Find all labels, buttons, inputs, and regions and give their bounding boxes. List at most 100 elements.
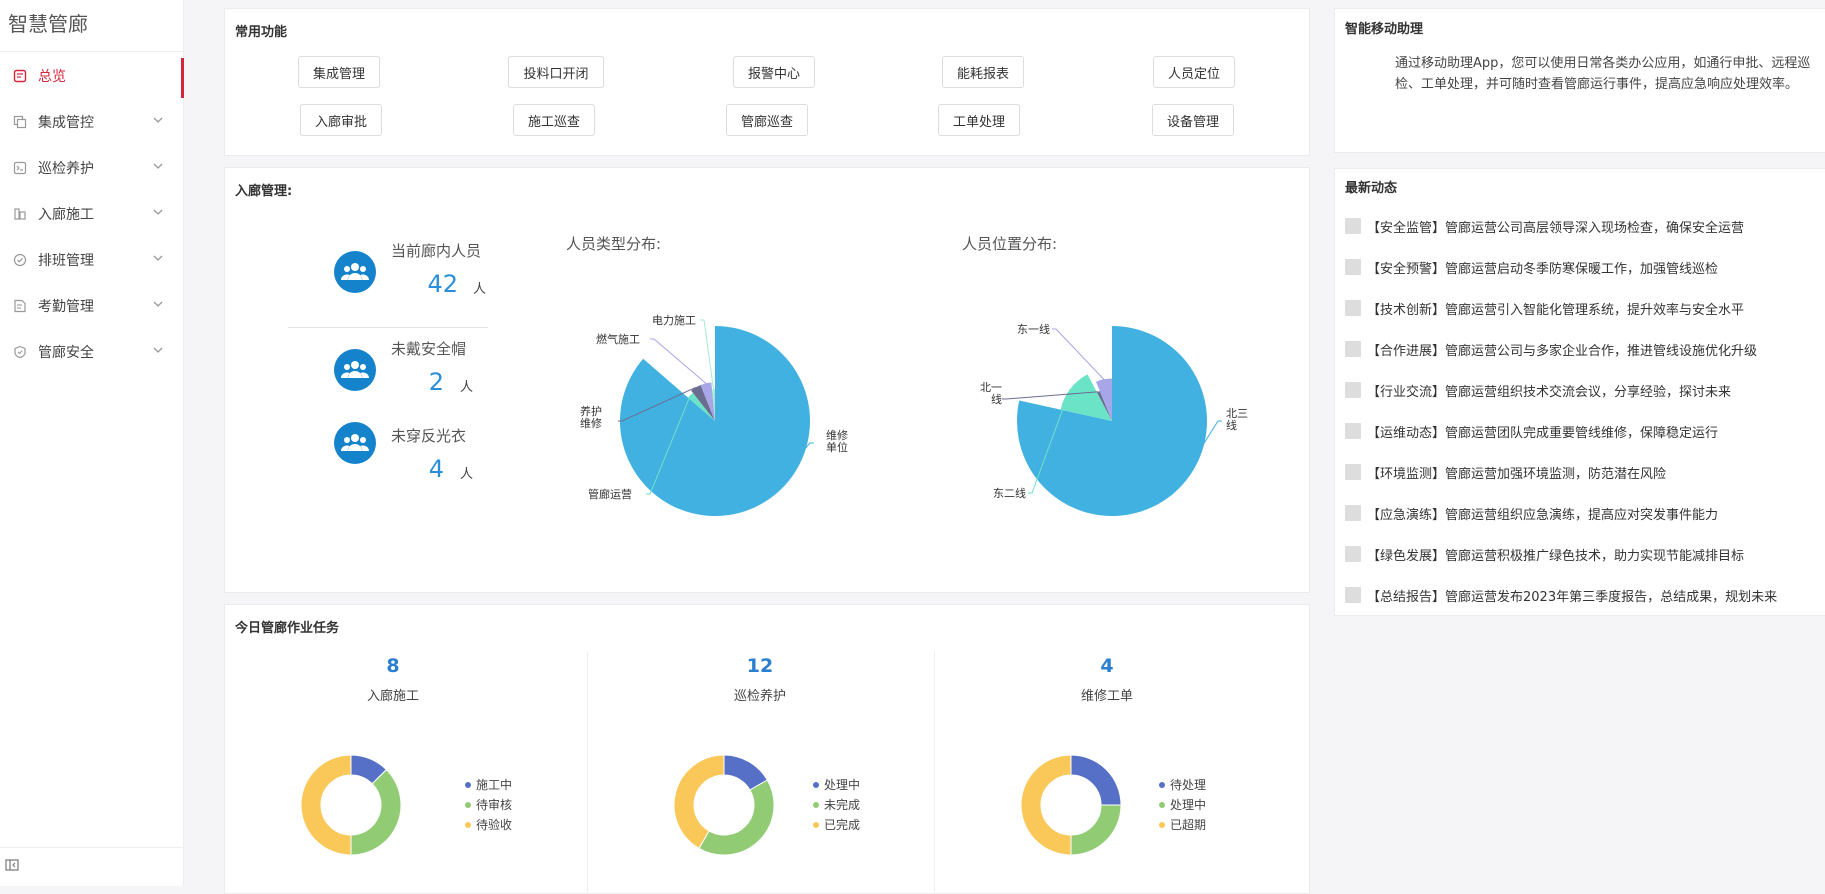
stats-divider [288,327,488,328]
news-checkbox[interactable] [1345,341,1361,357]
current-personnel-label: 当前廊内人员 [391,242,482,260]
pie-label: 燃气施工 [596,332,640,346]
news-checkbox[interactable] [1345,382,1361,398]
legend-item[interactable]: 未完成 [813,796,860,813]
inspection-task-count: 12 [746,655,774,677]
chevron-down-icon [152,344,164,360]
sidebar-item-safety[interactable]: 管廊安全 [0,330,184,374]
legend-item[interactable]: 已完成 [813,816,860,833]
personnel-type-title: 人员类型分布: [566,235,662,253]
pie-leader-line [700,319,714,390]
news-item[interactable]: 【行业交流】管廊运营组织技术交流会议，分享经验，探讨未来 [1345,380,1731,400]
legend-dot [813,781,819,788]
legend-item[interactable]: 处理中 [813,776,860,793]
news-item-text: 【绿色发展】管廊运营积极推广绿色技术，助力实现节能减排目标 [1367,548,1745,564]
sidebar-item-overview[interactable]: 总览 [0,54,184,98]
legend-dot [1159,801,1165,808]
legend-label: 未完成 [824,798,861,812]
pie-leader-line [1052,328,1105,380]
pie-label: 电力施工 [652,314,696,327]
news-item[interactable]: 【运维动态】管廊运营团队完成重要管线维修，保障稳定运行 [1345,421,1718,441]
sidebar: 智慧管廊 总览 集成管控 巡检养护 入廊施工 排班管理 考勤管理 管廊安全 [0,0,184,886]
news-item[interactable]: 【安全预警】管廊运营启动冬季防寒保暖工作，加强管线巡检 [1345,257,1718,277]
energy-report-button[interactable]: 能耗报表 [942,56,1024,88]
feed-port-switch-button[interactable]: 投料口开闭 [508,56,604,88]
pie-label: 维修 [826,428,848,442]
people-icon [334,422,376,464]
legend-label: 待验收 [476,818,513,832]
news-checkbox[interactable] [1345,546,1361,562]
current-personnel-value: 42 [427,270,458,298]
donut-slice[interactable] [1070,754,1122,806]
news-item-text: 【总结报告】管廊运营发布2023年第三季度报告，总结成果，规划未来 [1367,589,1778,605]
donut-slice[interactable] [1020,754,1072,856]
corridor-inspection-button[interactable]: 管廊巡查 [726,104,808,136]
legend-dot [1159,781,1165,788]
news-item[interactable]: 【安全监管】管廊运营公司高层领导深入现场检查，确保安全运营 [1345,216,1744,236]
legend-dot [465,801,471,808]
donut-slice[interactable] [1070,804,1122,856]
no-helmet-value: 2 [428,368,444,396]
news-item[interactable]: 【合作进展】管廊运营公司与多家企业合作，推进管线设施优化升级 [1345,339,1757,359]
overview-icon [12,68,28,84]
pie-label: 东二线 [993,486,1026,500]
news-checkbox[interactable] [1345,587,1361,603]
sidebar-item-inspection[interactable]: 巡检养护 [0,146,184,190]
personnel-location-button[interactable]: 人员定位 [1153,56,1235,88]
mobile-assistant-description: 通过移动助理App，您可以使用日常各类办公应用，如通行申批、远程巡检、工单处理，… [1395,56,1811,92]
news-checkbox[interactable] [1345,423,1361,439]
news-item[interactable]: 【环境监测】管廊运营加强环境监测，防范潜在风险 [1345,462,1666,482]
integrated-management-button[interactable]: 集成管理 [298,56,380,88]
news-item-text: 【应急演练】管廊运营组织应急演练，提高应对突发事件能力 [1367,507,1719,523]
news-item[interactable]: 【总结报告】管廊运营发布2023年第三季度报告，总结成果，规划未来 [1345,585,1777,605]
news-item[interactable]: 【应急演练】管廊运营组织应急演练，提高应对突发事件能力 [1345,503,1718,523]
news-checkbox[interactable] [1345,259,1361,275]
donut-slice[interactable] [350,768,402,856]
news-item-text: 【安全监管】管廊运营公司高层领导深入现场检查，确保安全运营 [1367,220,1745,236]
collapse-sidebar-icon[interactable] [5,857,19,871]
legend-item[interactable]: 处理中 [1159,796,1206,813]
legend-item[interactable]: 待处理 [1159,776,1206,793]
people-icon [334,349,376,391]
donut-slice[interactable] [698,779,775,856]
chevron-down-icon [152,206,164,222]
donut-slice[interactable] [300,754,352,856]
news-title: 最新动态 [1345,181,1398,196]
check-circle-icon [12,252,28,268]
pie-label: 管廊运营 [588,487,632,501]
equipment-management-button[interactable]: 设备管理 [1152,104,1234,136]
sidebar-item-label: 巡检养护 [38,161,94,177]
legend-dot [465,781,471,788]
news-item-text: 【合作进展】管廊运营公司与多家企业合作，推进管线设施优化升级 [1367,343,1758,359]
entry-approval-button[interactable]: 入廊审批 [300,104,382,136]
sidebar-item-attendance[interactable]: 考勤管理 [0,284,184,328]
news-item[interactable]: 【技术创新】管廊运营引入智能化管理系统，提升效率与安全水平 [1345,298,1744,318]
legend-dot [813,801,819,808]
inspection-task-label: 巡检养护 [733,689,786,704]
alarm-center-button[interactable]: 报警中心 [733,56,815,88]
sidebar-item-construction[interactable]: 入廊施工 [0,192,184,236]
news-checkbox[interactable] [1345,505,1361,521]
legend-label: 处理中 [824,778,861,792]
sidebar-item-integrated[interactable]: 集成管控 [0,100,184,144]
legend-item[interactable]: 待验收 [465,816,512,833]
legend-label: 已完成 [824,818,861,832]
legend-item[interactable]: 已超期 [1159,816,1206,833]
sidebar-item-scheduling[interactable]: 排班管理 [0,238,184,282]
quick-functions-title: 常用功能 [235,25,288,40]
mobile-assistant-title: 智能移动助理 [1345,22,1424,37]
news-checkbox[interactable] [1345,300,1361,316]
app-title: 智慧管廊 [8,12,88,36]
task-divider [587,652,588,892]
construction-inspection-button[interactable]: 施工巡查 [513,104,595,136]
legend-item[interactable]: 待审核 [465,796,512,813]
legend-item[interactable]: 施工中 [465,776,512,793]
news-checkbox[interactable] [1345,218,1361,234]
no-helmet-label: 未戴安全帽 [391,340,467,358]
personnel-location-pie-chart: 北三线东二线北一线东一线 [980,322,1248,516]
work-order-button[interactable]: 工单处理 [938,104,1020,136]
chevron-down-icon [152,160,164,176]
news-checkbox[interactable] [1345,464,1361,480]
sidebar-item-label: 考勤管理 [38,299,94,315]
news-item[interactable]: 【绿色发展】管廊运营积极推广绿色技术，助力实现节能减排目标 [1345,544,1744,564]
